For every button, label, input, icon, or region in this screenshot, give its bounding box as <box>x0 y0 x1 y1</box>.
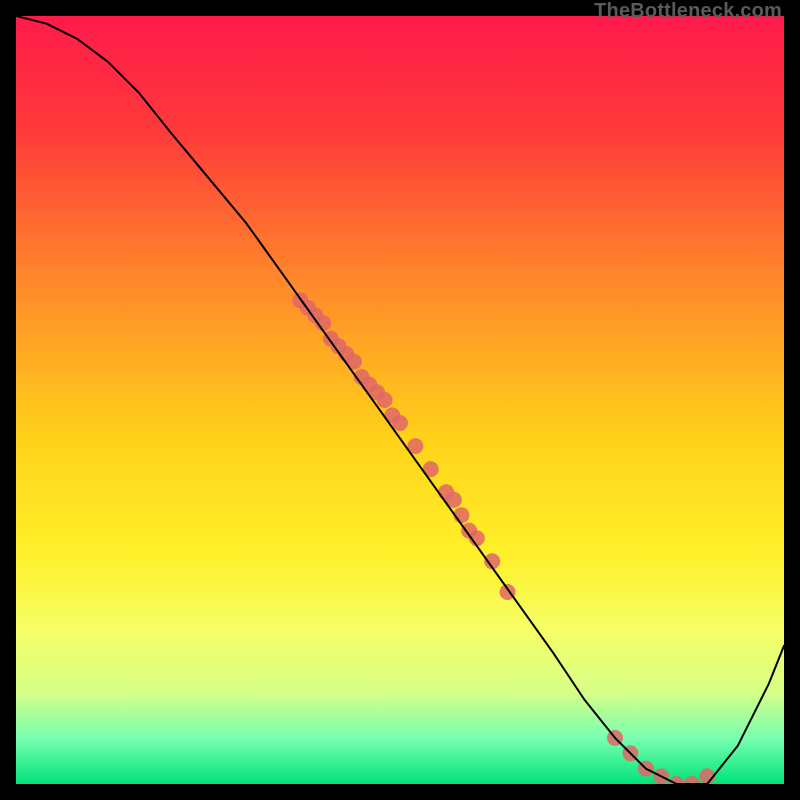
data-point <box>377 392 393 408</box>
watermark-text: TheBottleneck.com <box>594 0 782 23</box>
curve-overlay <box>16 16 784 784</box>
data-point <box>669 776 685 784</box>
bottleneck-curve <box>16 16 784 784</box>
data-point <box>684 776 700 784</box>
data-point <box>392 415 408 431</box>
chart-stage: TheBottleneck.com <box>0 0 800 800</box>
points-layer <box>292 292 715 784</box>
plot-area <box>16 16 784 784</box>
